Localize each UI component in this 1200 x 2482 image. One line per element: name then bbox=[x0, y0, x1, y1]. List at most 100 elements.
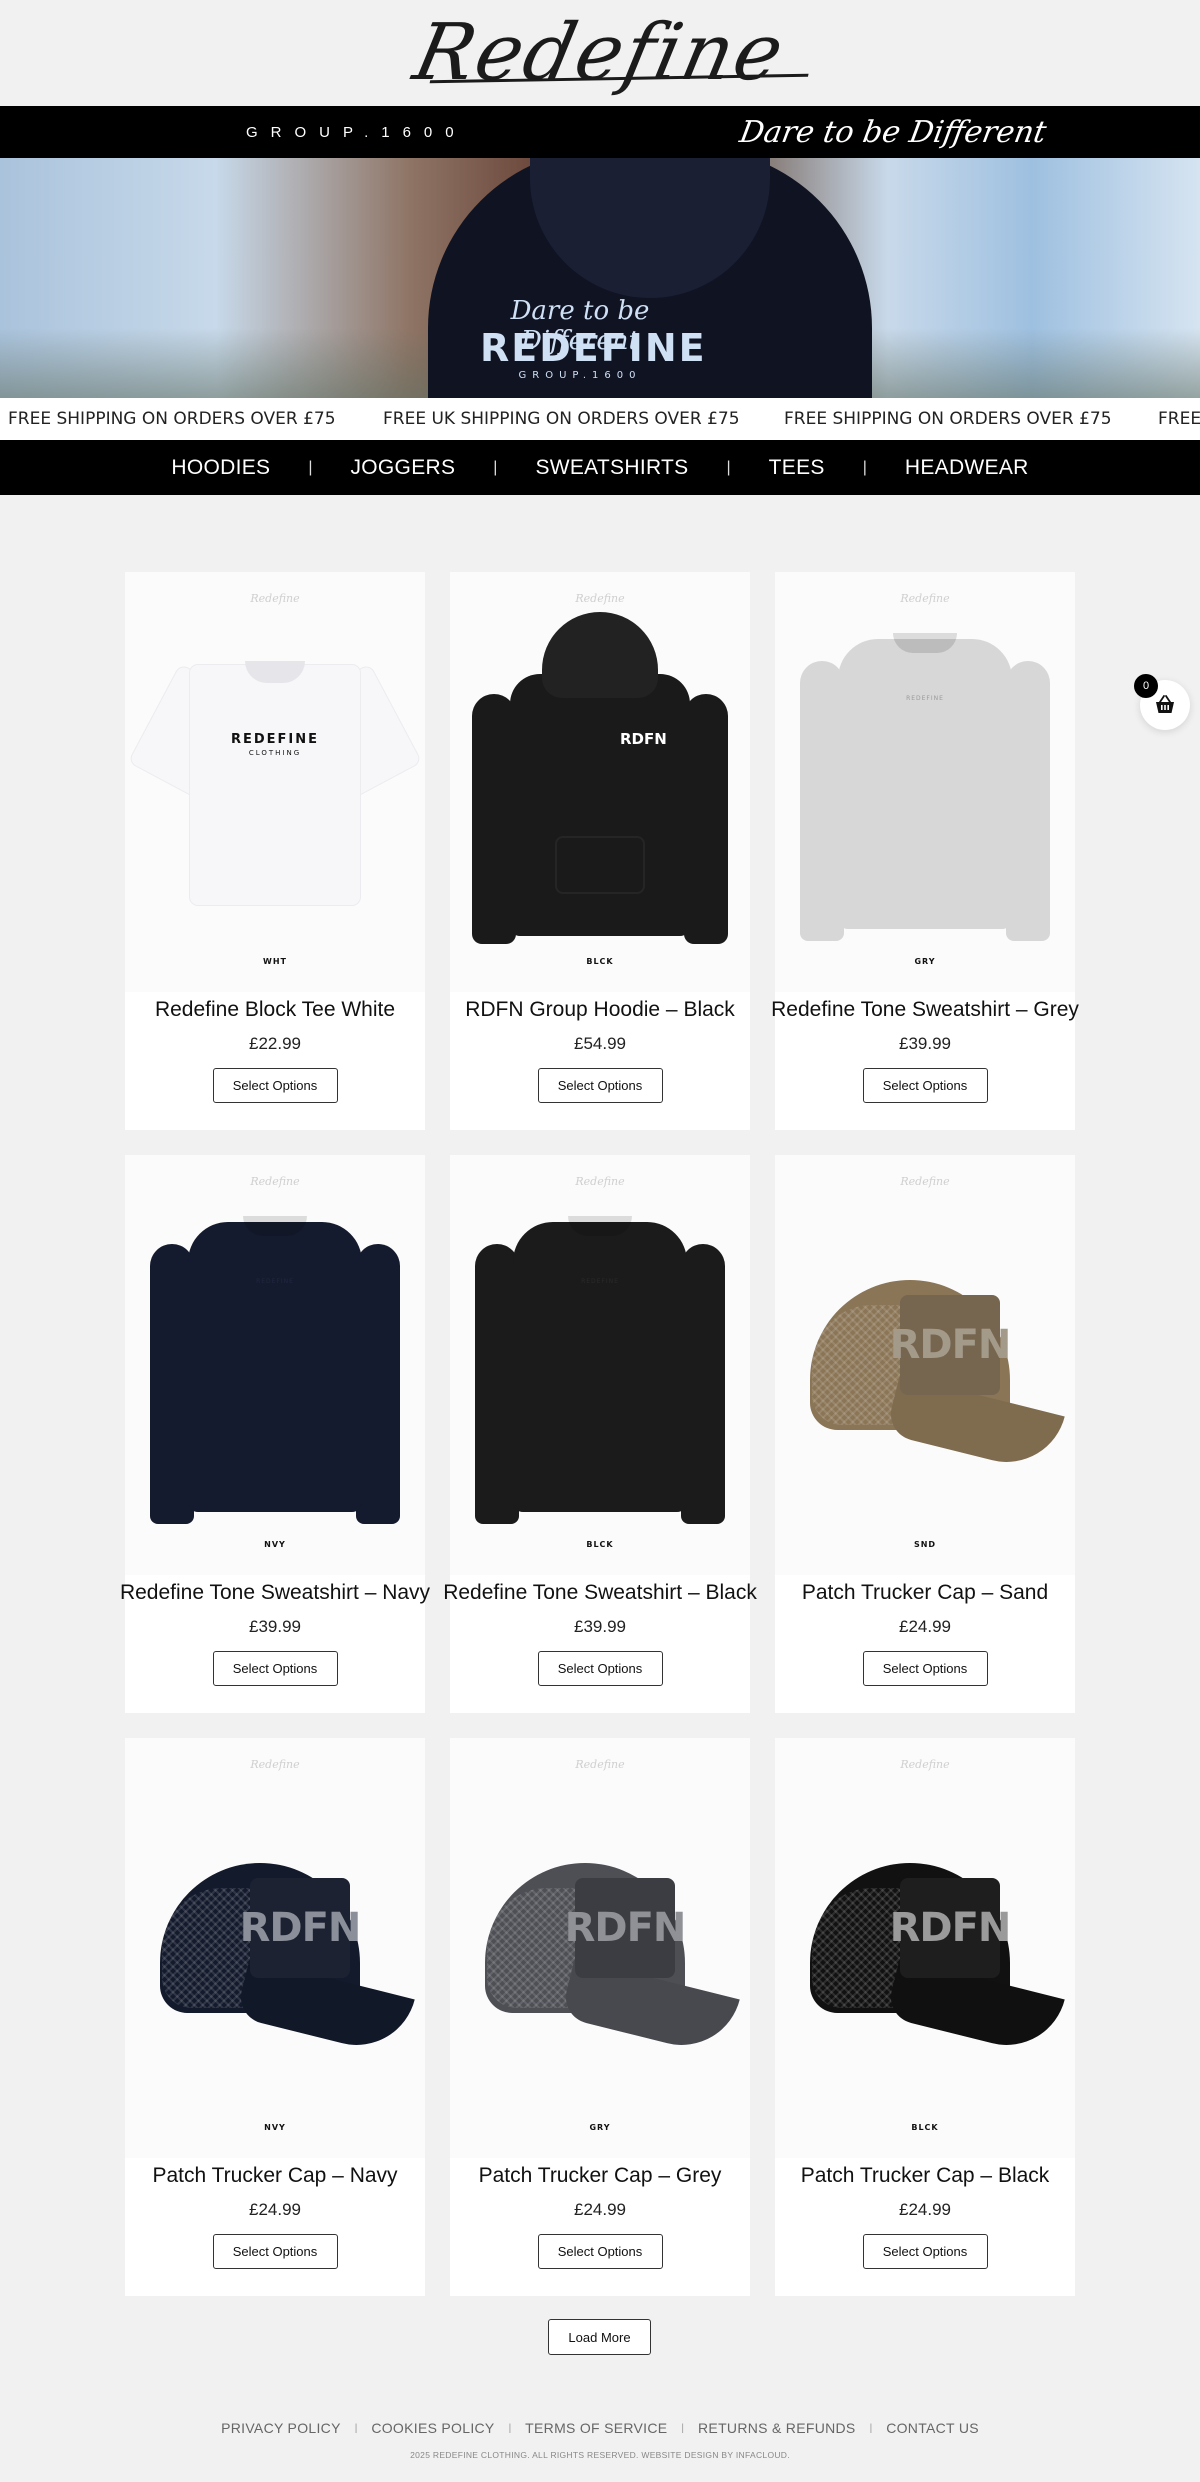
nav-item-hoodies[interactable]: HOODIES bbox=[171, 456, 270, 480]
cap-image: RDFN bbox=[465, 1833, 740, 2063]
group-text: GROUP.1600 bbox=[246, 123, 467, 141]
product-image[interactable]: Redefine REDEFINE BLCK bbox=[450, 1155, 750, 1575]
footer-link-privacy[interactable]: PRIVACY POLICY bbox=[221, 2420, 341, 2436]
hero-print-group: GROUP.1600 bbox=[518, 370, 642, 381]
footer-link-contact[interactable]: CONTACT US bbox=[886, 2420, 979, 2436]
select-options-button[interactable]: Select Options bbox=[212, 2234, 338, 2269]
image-watermark: Redefine bbox=[900, 1175, 950, 1188]
select-options-button[interactable]: Select Options bbox=[862, 1651, 988, 1686]
product-image[interactable]: Redefine REDEFINE GRY bbox=[775, 572, 1075, 992]
footer-links: PRIVACY POLICY | COOKIES POLICY | TERMS … bbox=[0, 2420, 1200, 2436]
footer-separator: | bbox=[869, 2422, 873, 2434]
product-title[interactable]: Redefine Tone Sweatshirt – Black bbox=[443, 1581, 757, 1605]
footer-link-terms[interactable]: TERMS OF SERVICE bbox=[525, 2420, 667, 2436]
footer-link-cookies[interactable]: COOKIES POLICY bbox=[371, 2420, 494, 2436]
footer-separator: | bbox=[681, 2422, 685, 2434]
product-card[interactable]: Redefine REDEFINE CLOTHING WHT Redefine Blo… bbox=[125, 572, 425, 1130]
marquee-item: FREE SHIPPING ON ORDERS OVER £75 bbox=[784, 409, 1112, 429]
color-code-label: BLCK bbox=[586, 1540, 614, 1549]
color-code-label: SND bbox=[913, 1540, 937, 1549]
hero-print: Dare to be Different REDEFINE GROUP.1600 bbox=[480, 158, 707, 398]
product-image[interactable]: Redefine REDEFINE NVY bbox=[125, 1155, 425, 1575]
sweatshirt-image: REDEFINE bbox=[800, 617, 1050, 947]
sweatshirt-image: REDEFINE bbox=[475, 1200, 725, 1530]
product-grid: Redefine REDEFINE CLOTHING WHT Redefine Blo… bbox=[120, 572, 1079, 2296]
color-code-label: GRY bbox=[914, 957, 936, 966]
product-title[interactable]: Patch Trucker Cap – Sand bbox=[802, 1581, 1048, 1605]
hoodie-image: RDFN bbox=[470, 612, 730, 952]
tshirt-image: REDEFINE CLOTHING bbox=[128, 647, 422, 917]
image-watermark: Redefine bbox=[575, 592, 625, 605]
sweatshirt-image: REDEFINE bbox=[150, 1200, 400, 1530]
product-title[interactable]: Redefine Block Tee White bbox=[155, 998, 395, 1022]
image-watermark: Redefine bbox=[575, 1758, 625, 1771]
marquee-item: FREE SHIPPING ON ORDERS OVER £75 bbox=[8, 409, 336, 429]
select-options-button[interactable]: Select Options bbox=[537, 2234, 663, 2269]
product-card[interactable]: Redefine RDFN SND Patch Trucker Cap – Sand… bbox=[775, 1155, 1075, 1713]
product-card[interactable]: Redefine REDEFINE GRY Redefine Tone Sweats… bbox=[771, 572, 1079, 1130]
cap-image: RDFN bbox=[140, 1833, 415, 2063]
color-code-label: BLCK bbox=[586, 957, 614, 966]
product-image[interactable]: Redefine RDFN SND bbox=[775, 1155, 1075, 1575]
image-watermark: Redefine bbox=[250, 592, 300, 605]
product-image[interactable]: Redefine REDEFINE CLOTHING WHT bbox=[125, 572, 425, 992]
cart-count-badge: 0 bbox=[1134, 674, 1158, 698]
product-title[interactable]: RDFN Group Hoodie – Black bbox=[465, 998, 735, 1022]
load-more-button[interactable]: Load More bbox=[548, 2319, 651, 2355]
image-watermark: Redefine bbox=[250, 1758, 300, 1771]
color-code-label: NVY bbox=[264, 1540, 286, 1549]
marquee-item: FREE UK SHIPPING ON ORDERS OVER £75 bbox=[383, 409, 740, 429]
select-options-button[interactable]: Select Options bbox=[212, 1068, 338, 1103]
cap-image: RDFN bbox=[790, 1833, 1065, 2063]
site-header: Redefine bbox=[0, 0, 1200, 106]
product-title[interactable]: Redefine Tone Sweatshirt – Grey bbox=[771, 998, 1079, 1022]
product-image[interactable]: Redefine RDFN NVY bbox=[125, 1738, 425, 2158]
cart-button[interactable]: 0 bbox=[1134, 674, 1190, 730]
hero-print-brand: REDEFINE bbox=[480, 326, 707, 370]
product-title[interactable]: Patch Trucker Cap – Grey bbox=[479, 2164, 722, 2188]
shipping-marquee: FREE SHIPPING ON ORDERS OVER £75 FREE UK… bbox=[0, 398, 1200, 440]
product-price: £22.99 bbox=[249, 1034, 301, 1053]
product-price: £39.99 bbox=[899, 1034, 951, 1053]
product-image[interactable]: Redefine RDFN GRY bbox=[450, 1738, 750, 2158]
product-card[interactable]: Redefine RDFN BLCK Patch Trucker Cap – Bla… bbox=[775, 1738, 1075, 2296]
product-image[interactable]: Redefine RDFN BLCK bbox=[450, 572, 750, 992]
nav-item-headwear[interactable]: HEADWEAR bbox=[905, 456, 1029, 480]
footer-separator: | bbox=[354, 2422, 358, 2434]
image-watermark: Redefine bbox=[575, 1175, 625, 1188]
nav-separator: | bbox=[493, 458, 498, 476]
product-image[interactable]: Redefine RDFN BLCK bbox=[775, 1738, 1075, 2158]
product-title[interactable]: Redefine Tone Sweatshirt – Navy bbox=[120, 1581, 430, 1605]
nav-item-tees[interactable]: TEES bbox=[769, 456, 825, 480]
cap-image: RDFN bbox=[790, 1250, 1065, 1480]
select-options-button[interactable]: Select Options bbox=[862, 2234, 988, 2269]
product-card[interactable]: Redefine REDEFINE BLCK Redefine Tone Sweat… bbox=[443, 1155, 757, 1713]
select-options-button[interactable]: Select Options bbox=[862, 1068, 988, 1103]
image-watermark: Redefine bbox=[900, 1758, 950, 1771]
product-card[interactable]: Redefine RDFN NVY Patch Trucker Cap – Navy… bbox=[125, 1738, 425, 2296]
marquee-item: FREE bbox=[1158, 409, 1200, 429]
product-price: £39.99 bbox=[574, 1617, 626, 1636]
site-logo[interactable]: Redefine bbox=[407, 8, 793, 98]
color-code-label: WHT bbox=[263, 957, 287, 966]
select-options-button[interactable]: Select Options bbox=[537, 1651, 663, 1686]
select-options-button[interactable]: Select Options bbox=[537, 1068, 663, 1103]
basket-icon bbox=[1156, 695, 1174, 713]
product-price: £24.99 bbox=[899, 2200, 951, 2219]
color-code-label: NVY bbox=[264, 2123, 286, 2132]
image-watermark: Redefine bbox=[250, 1175, 300, 1188]
product-title[interactable]: Patch Trucker Cap – Navy bbox=[152, 2164, 397, 2188]
product-price: £54.99 bbox=[574, 1034, 626, 1053]
product-card[interactable]: Redefine RDFN BLCK RDFN Group Hoodie – Bla… bbox=[450, 572, 750, 1130]
product-title[interactable]: Patch Trucker Cap – Black bbox=[801, 2164, 1050, 2188]
footer-link-returns[interactable]: RETURNS & REFUNDS bbox=[698, 2420, 856, 2436]
footer-separator: | bbox=[508, 2422, 512, 2434]
product-card[interactable]: Redefine RDFN GRY Patch Trucker Cap – Grey… bbox=[450, 1738, 750, 2296]
product-card[interactable]: Redefine REDEFINE NVY Redefine Tone Sweats… bbox=[120, 1155, 430, 1713]
nav-item-joggers[interactable]: JOGGERS bbox=[350, 456, 455, 480]
nav-separator: | bbox=[862, 458, 867, 476]
product-price: £24.99 bbox=[574, 2200, 626, 2219]
select-options-button[interactable]: Select Options bbox=[212, 1651, 338, 1686]
nav-item-sweatshirts[interactable]: SWEATSHIRTS bbox=[535, 456, 688, 480]
product-price: £24.99 bbox=[899, 1617, 951, 1636]
